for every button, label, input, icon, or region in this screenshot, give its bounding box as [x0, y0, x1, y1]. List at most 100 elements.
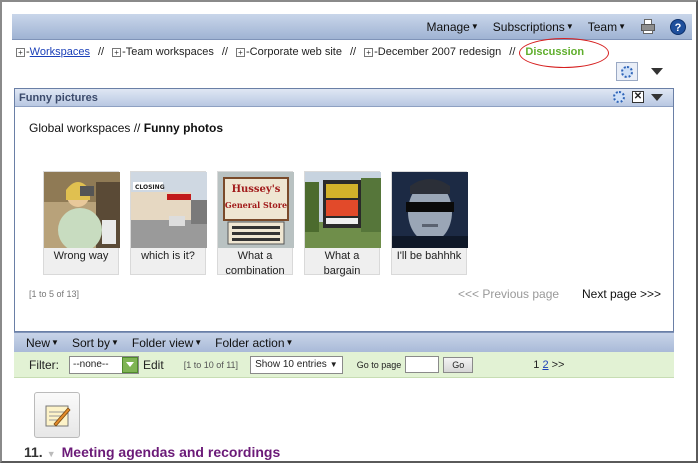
pagination: 1 2 >>: [533, 359, 564, 371]
menu-manage[interactable]: Manage ▼: [426, 20, 478, 34]
menu-new[interactable]: New ▼: [26, 336, 59, 350]
menu-folder-action[interactable]: Folder action ▼: [215, 336, 293, 350]
highlight-annotation: [519, 38, 609, 68]
svg-text:General Store: General Store: [225, 200, 287, 210]
chevron-down-icon[interactable]: [651, 93, 663, 101]
menu-subscriptions[interactable]: Subscriptions ▼: [493, 20, 574, 34]
dropdown-arrow-icon[interactable]: [122, 356, 138, 373]
menu-new-label: New: [26, 335, 51, 350]
caret-down-icon: ▼: [470, 22, 479, 31]
breadcrumb-separator: //: [98, 46, 105, 58]
portlet-title: Funny pictures: [19, 91, 98, 104]
caret-down-icon: ▼: [194, 338, 203, 347]
menu-folder-view-label: Folder view: [131, 335, 194, 350]
photo-caption: I'll be bahhhk: [396, 250, 462, 262]
caret-down-icon: ▼: [285, 338, 294, 347]
list-item-title-text[interactable]: Meeting agendas and recordings: [62, 444, 281, 460]
folder-toolbar: New ▼ Sort by ▼ Folder view ▼ Folder action…: [14, 332, 674, 352]
filter-edit-link[interactable]: Edit: [143, 358, 164, 372]
menu-subscriptions-label: Subscriptions: [492, 19, 565, 34]
photo-item[interactable]: What a bargain: [304, 171, 381, 277]
photo-count: [1 to 5 of 13]: [29, 289, 80, 299]
list-item-number: 11.: [24, 444, 43, 460]
breadcrumb-december-redesign-label[interactable]: December 2007 redesign: [378, 46, 502, 58]
photo-item[interactable]: I'll be bahhhk: [391, 171, 468, 275]
expand-icon[interactable]: +: [16, 47, 25, 57]
photo-which-is-it[interactable]: CLOSING: [131, 172, 207, 248]
filter-selected-value: --none--: [73, 359, 109, 370]
entries-per-page-select[interactable]: Show 10 entries ▼: [250, 355, 343, 374]
expand-icon[interactable]: +: [235, 47, 245, 57]
top-menu-bar: Manage ▼ Subscriptions ▼ Team ▼ ?: [12, 14, 692, 40]
breadcrumb-separator: //: [349, 46, 357, 58]
photo-caption: What a bargain: [305, 248, 379, 279]
photo-item[interactable]: CLOSING which is it?: [130, 171, 207, 275]
portlet-tools: ✕: [613, 91, 663, 103]
breadcrumb-separator: //: [509, 46, 516, 58]
photo-gallery: Wrong way CLOSING which is it? Hussey's …: [43, 171, 468, 277]
expand-icon[interactable]: +: [364, 47, 374, 57]
menu-sort-by[interactable]: Sort by ▼: [72, 336, 119, 350]
document-icon[interactable]: [34, 392, 80, 438]
page-settings-button[interactable]: [616, 62, 638, 81]
photo-item[interactable]: Wrong way: [43, 171, 120, 275]
breadcrumb: + - Workspaces // + - Team workspaces // + - C…: [16, 44, 584, 60]
breadcrumb-workspaces-link[interactable]: Workspaces: [30, 46, 90, 58]
photo-caption-line-2: bargain: [323, 265, 361, 277]
app-window: Manage ▼ Subscriptions ▼ Team ▼ ? + - Workspa…: [0, 0, 698, 463]
photo-caption-line-1: What a: [237, 250, 273, 262]
breadcrumb-team-workspaces[interactable]: + - Team workspaces: [112, 46, 214, 58]
menu-sort-by-label: Sort by: [71, 335, 110, 350]
next-page-link[interactable]: Next page >>>: [582, 287, 661, 301]
page-2-link[interactable]: 2: [542, 359, 548, 371]
print-icon[interactable]: [640, 19, 656, 34]
chevron-down-icon[interactable]: ▼: [47, 449, 56, 459]
photo-caption: Wrong way: [53, 250, 109, 262]
breadcrumb-team-workspaces-label[interactable]: Team workspaces: [126, 46, 214, 58]
breadcrumb-workspaces[interactable]: + - Workspaces: [16, 46, 90, 58]
svg-text:CLOSING: CLOSING: [135, 184, 165, 191]
photo-what-a-bargain[interactable]: [305, 172, 381, 248]
photo-what-a-combination[interactable]: Hussey's General Store: [218, 172, 294, 248]
list-item-title[interactable]: 11. ▼ Meeting agendas and recordings: [24, 444, 280, 460]
caret-down-icon: ▼: [51, 338, 59, 347]
go-button[interactable]: Go: [443, 356, 474, 373]
goto-page-label: Go to page: [356, 359, 402, 370]
filter-label: Filter:: [29, 357, 59, 372]
menu-team-label: Team: [587, 19, 618, 34]
expand-icon[interactable]: +: [112, 47, 122, 57]
photo-item[interactable]: Hussey's General Store What a combination: [217, 171, 294, 277]
photo-caption-line-1: What a: [324, 250, 360, 262]
breadcrumb-separator: //: [221, 46, 228, 58]
menu-manage-label: Manage: [426, 19, 470, 34]
gear-icon: [621, 65, 633, 78]
filter-bar: Filter: --none-- Edit [1 to 10 of 11] Sh…: [14, 352, 674, 378]
caret-down-icon: ▼: [565, 22, 574, 31]
previous-page-link[interactable]: <<< Previous page: [458, 287, 559, 301]
breadcrumb-december-redesign[interactable]: + - December 2007 redesign: [364, 46, 501, 58]
menu-folder-view[interactable]: Folder view ▼: [132, 336, 202, 350]
folder-path-current: Funny photos: [143, 121, 224, 135]
menu-team[interactable]: Team ▼: [588, 20, 626, 34]
goto-page-input[interactable]: [405, 356, 440, 373]
breadcrumb-corporate-web-site-label[interactable]: Corporate web site: [250, 46, 342, 58]
collapse-icon[interactable]: [651, 68, 663, 75]
entry-range: [1 to 10 of 11]: [183, 359, 239, 370]
help-icon[interactable]: ?: [670, 18, 686, 35]
breadcrumb-corporate-web-site[interactable]: + - Corporate web site: [235, 46, 342, 58]
svg-text:Hussey's: Hussey's: [232, 184, 281, 195]
caret-down-icon: ▼: [110, 338, 119, 347]
close-icon[interactable]: ✕: [632, 91, 644, 103]
entries-per-page-value: Show 10 entries: [255, 359, 327, 370]
portlet-header: Funny pictures ✕: [15, 89, 673, 107]
photo-wrong-way[interactable]: [44, 172, 120, 248]
folder-path-prefix: Global workspaces //: [29, 121, 141, 135]
photo-caption: What a combination: [218, 248, 292, 279]
next-pages-link[interactable]: >>: [552, 359, 565, 371]
caret-down-icon: ▼: [329, 360, 338, 369]
gear-icon[interactable]: [613, 91, 625, 103]
page-1: 1: [533, 358, 540, 371]
photo-ill-be-back[interactable]: [392, 172, 468, 248]
caret-down-icon: ▼: [618, 22, 626, 31]
filter-select[interactable]: --none--: [69, 355, 139, 374]
